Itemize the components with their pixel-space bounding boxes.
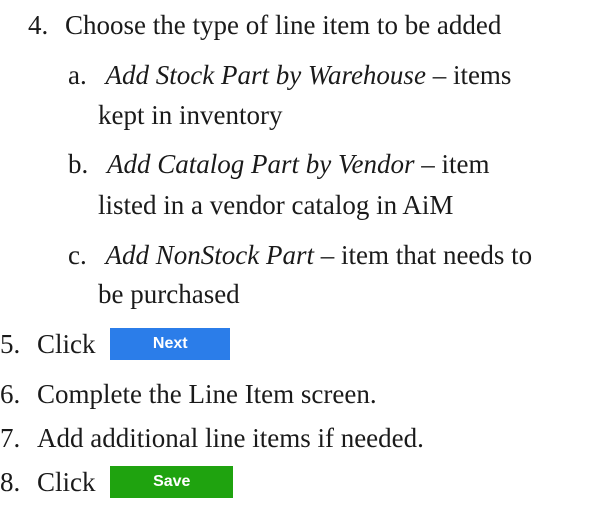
- substep-c: c. Add NonStock Part – item that needs t…: [68, 238, 532, 272]
- substep-title: Add Stock Part by Warehouse: [105, 60, 426, 90]
- substep-letter: a.: [68, 60, 87, 90]
- step-text: Add additional line items if needed.: [37, 423, 424, 453]
- step-text: Choose the type of line item to be added: [65, 10, 502, 40]
- step-text: Click: [37, 329, 96, 359]
- step-number: 6.: [0, 379, 21, 409]
- substep-letter: b.: [68, 149, 89, 179]
- substep-desc-cont: be purchased: [98, 279, 240, 309]
- substep-desc: – item that needs to: [313, 240, 533, 270]
- step-8: 8. Click Save: [0, 465, 234, 501]
- step-5: 5. Click Next: [0, 327, 231, 363]
- substep-c-cont: be purchased: [98, 277, 240, 311]
- substep-b-cont: listed in a vendor catalog in AiM: [98, 188, 453, 222]
- substep-desc-cont: kept in inventory: [98, 100, 283, 130]
- save-button[interactable]: Save: [110, 465, 234, 498]
- step-number: 8.: [0, 467, 21, 497]
- step-text: Complete the Line Item screen.: [37, 379, 377, 409]
- step-number: 4.: [28, 10, 49, 40]
- substep-letter: c.: [68, 240, 87, 270]
- substep-b: b. Add Catalog Part by Vendor – item: [68, 147, 489, 181]
- substep-desc-cont: listed in a vendor catalog in AiM: [98, 190, 454, 220]
- substep-a-cont: kept in inventory: [98, 98, 282, 132]
- substep-desc: – item: [414, 149, 490, 179]
- step-number: 7.: [0, 423, 21, 453]
- next-button[interactable]: Next: [110, 327, 231, 360]
- substep-title: Add NonStock Part: [105, 240, 314, 270]
- step-4: 4. Choose the type of line item to be ad…: [28, 8, 501, 42]
- step-6: 6. Complete the Line Item screen.: [0, 377, 377, 411]
- step-text: Click: [37, 467, 96, 497]
- step-number: 5.: [0, 329, 21, 359]
- substep-desc: – items: [425, 60, 512, 90]
- substep-title: Add Catalog Part by Vendor: [107, 149, 415, 179]
- step-7: 7. Add additional line items if needed.: [0, 421, 424, 455]
- substep-a: a. Add Stock Part by Warehouse – items: [68, 58, 511, 92]
